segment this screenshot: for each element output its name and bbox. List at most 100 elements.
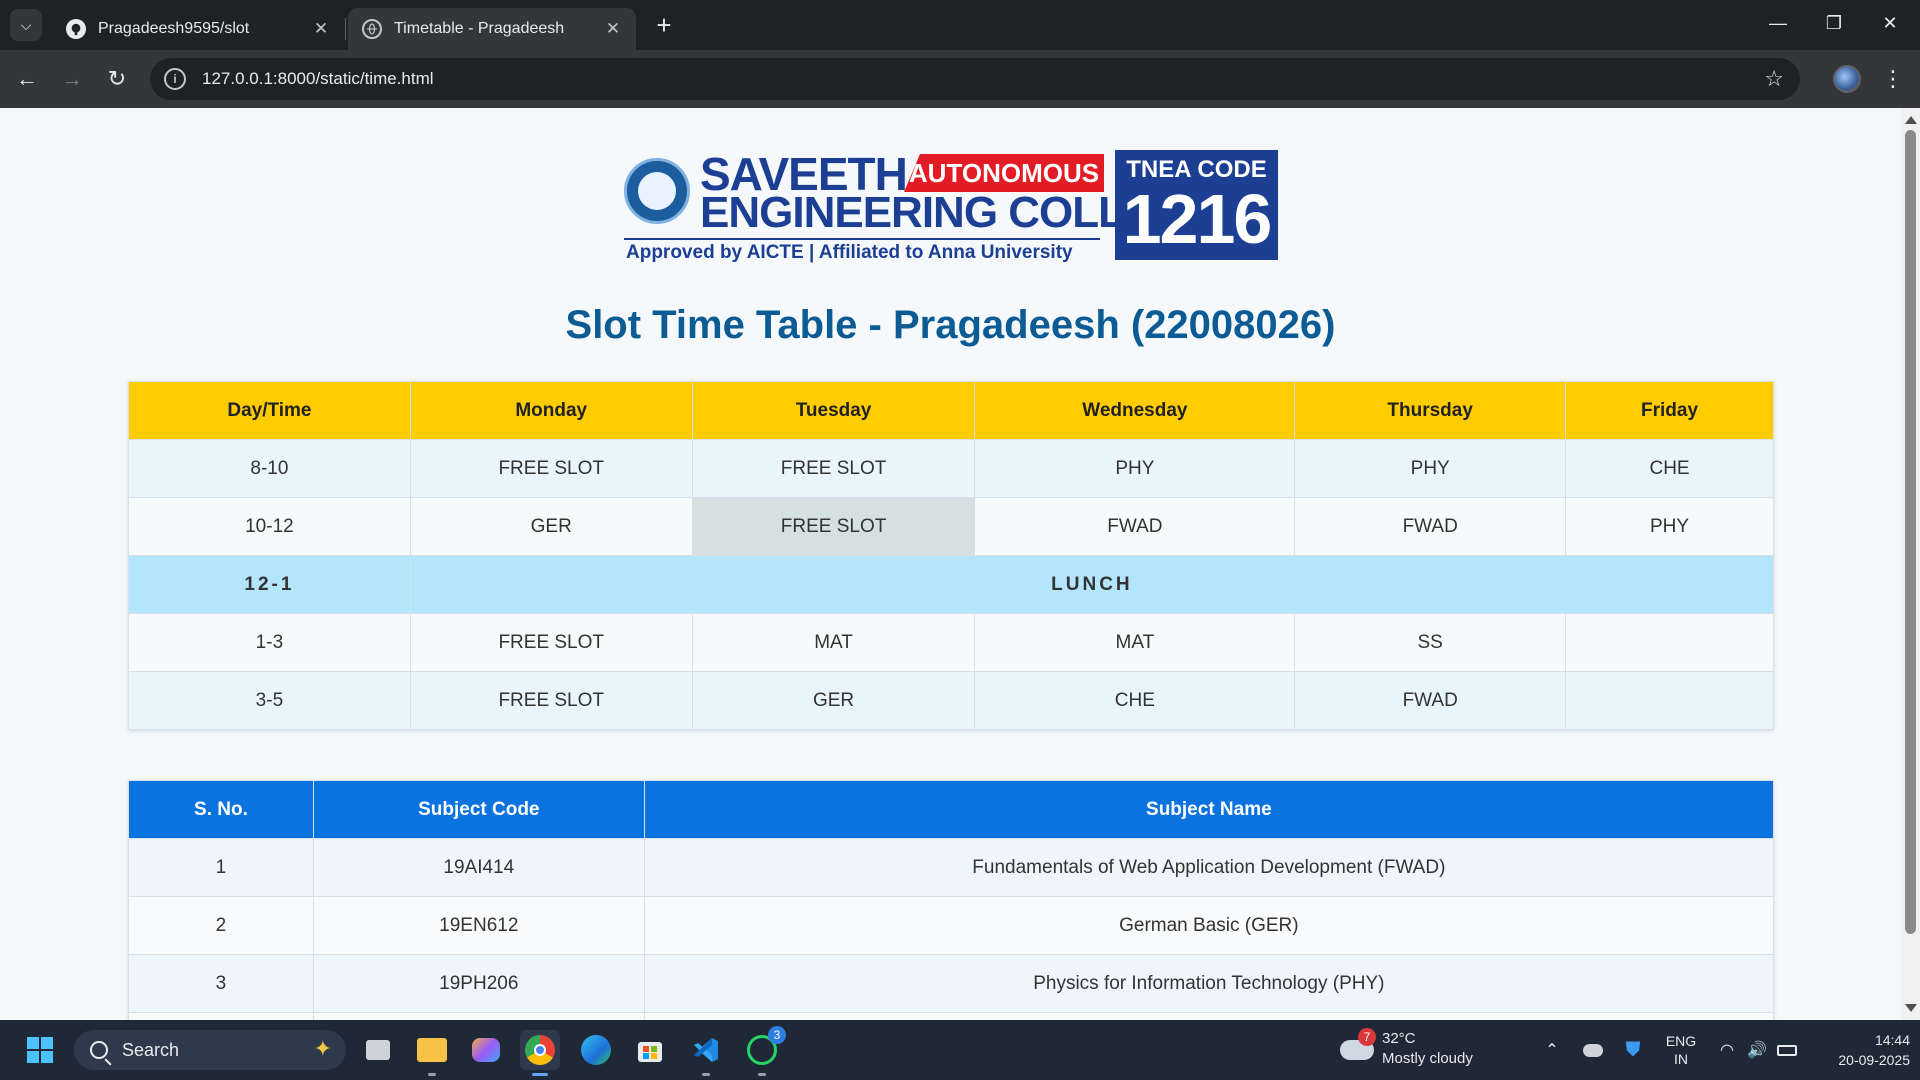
table-row: 8-10 FREE SLOT FREE SLOT PHY PHY CHE bbox=[128, 439, 1774, 498]
close-window-button[interactable]: ✕ bbox=[1862, 0, 1918, 46]
copilot-button[interactable] bbox=[466, 1030, 506, 1070]
tab-timetable[interactable]: Timetable - Pragadeesh ✕ bbox=[348, 8, 636, 50]
scroll-down-icon[interactable] bbox=[1905, 1004, 1917, 1012]
chevron-down-icon: ⌵ bbox=[20, 16, 32, 33]
edge-button[interactable] bbox=[576, 1030, 616, 1070]
code-cell: 19EN612 bbox=[312, 896, 645, 955]
timetable: Day/Time Monday Tuesday Wednesday Thursd… bbox=[128, 381, 1775, 730]
globe-icon bbox=[362, 19, 382, 39]
tab-github[interactable]: Pragadeesh9595/slot ✕ bbox=[52, 8, 344, 50]
wifi-icon: ◠ bbox=[1720, 1042, 1734, 1059]
profile-avatar[interactable] bbox=[1833, 65, 1861, 93]
column-header: Monday bbox=[409, 381, 693, 440]
scroll-up-icon[interactable] bbox=[1905, 116, 1917, 124]
copilot-icon bbox=[472, 1038, 500, 1062]
search-icon bbox=[90, 1041, 108, 1059]
slot-cell: CHE bbox=[1565, 439, 1774, 498]
language-indicator[interactable]: ENG IN bbox=[1660, 1030, 1702, 1070]
security-button[interactable]: ⛊ bbox=[1620, 1030, 1646, 1070]
notification-badge: 3 bbox=[768, 1026, 786, 1044]
chrome-button[interactable] bbox=[520, 1030, 560, 1076]
browser-toolbar: ← → ↻ i 127.0.0.1:8000/static/time.html … bbox=[0, 50, 1920, 108]
vscode-button[interactable] bbox=[686, 1030, 726, 1076]
tab-label: Timetable - Pragadeesh bbox=[394, 20, 565, 37]
minimize-button[interactable]: — bbox=[1750, 0, 1806, 46]
chrome-icon bbox=[525, 1035, 555, 1065]
task-view-button[interactable] bbox=[358, 1030, 398, 1070]
bookmark-star-icon[interactable]: ☆ bbox=[1764, 66, 1784, 92]
timetable-header-row: Day/Time Monday Tuesday Wednesday Thursd… bbox=[128, 381, 1774, 440]
running-indicator bbox=[532, 1073, 548, 1076]
sno-cell: 3 bbox=[128, 954, 314, 1013]
name-cell bbox=[643, 1012, 1775, 1020]
whatsapp-button[interactable]: 3 bbox=[742, 1026, 786, 1076]
slot-cell bbox=[1565, 613, 1774, 672]
taskbar-clock[interactable]: 14:44 20-09-2025 bbox=[1810, 1030, 1910, 1070]
slot-cell: MAT bbox=[974, 613, 1296, 672]
column-header: Day/Time bbox=[128, 381, 411, 440]
volume-button[interactable]: 🔊 bbox=[1744, 1030, 1770, 1070]
weather-widget[interactable]: 7 32°C Mostly cloudy bbox=[1340, 1028, 1500, 1070]
table-row: 3-5 FREE SLOT GER CHE FWAD bbox=[128, 671, 1774, 730]
copilot-sparkle-icon: ✦ bbox=[313, 1036, 332, 1061]
close-icon[interactable]: ✕ bbox=[310, 18, 332, 40]
close-icon[interactable]: ✕ bbox=[602, 18, 624, 40]
slot-cell: MAT bbox=[691, 613, 976, 672]
autonomous-badge: AUTONOMOUS bbox=[904, 154, 1104, 192]
clock-time: 14:44 bbox=[1874, 1032, 1910, 1048]
tab-search-button[interactable]: ⌵ bbox=[10, 9, 42, 41]
reload-button[interactable]: ↻ bbox=[100, 62, 134, 96]
table-row: 1-3 FREE SLOT MAT MAT SS bbox=[128, 613, 1774, 672]
subjects-header-row: S. No. Subject Code Subject Name bbox=[128, 780, 1775, 839]
column-header: Subject Code bbox=[312, 780, 645, 839]
tab-label: Pragadeesh9595/slot bbox=[98, 20, 250, 37]
page-viewport: SAVEETHA AUTONOMOUS ENGINEERING COLLEGE … bbox=[0, 108, 1901, 1020]
battery-button[interactable] bbox=[1774, 1030, 1800, 1070]
restore-button[interactable]: ❐ bbox=[1806, 0, 1862, 46]
tnea-code-box: TNEA CODE 1216 bbox=[1115, 150, 1278, 260]
logo-tagline: Approved by AICTE | Affiliated to Anna U… bbox=[626, 242, 1073, 263]
college-seal-icon bbox=[624, 158, 690, 224]
taskbar-search[interactable]: Search ✦ bbox=[74, 1030, 346, 1070]
search-label: Search bbox=[122, 1039, 180, 1060]
running-indicator bbox=[702, 1073, 710, 1076]
page-scrollbar[interactable] bbox=[1901, 108, 1920, 1020]
show-hidden-icons-button[interactable]: ⌃ bbox=[1540, 1030, 1564, 1070]
name-cell: Fundamentals of Web Application Developm… bbox=[643, 838, 1775, 897]
start-button[interactable] bbox=[20, 1030, 60, 1070]
task-view-icon bbox=[366, 1040, 390, 1060]
table-row: 10-12 GER FREE SLOT FWAD FWAD PHY bbox=[128, 497, 1774, 556]
file-explorer-button[interactable] bbox=[412, 1030, 452, 1076]
slot-cell: GER bbox=[409, 497, 693, 556]
wifi-button[interactable]: ◠ bbox=[1714, 1030, 1740, 1070]
slot-cell: FREE SLOT bbox=[409, 671, 693, 730]
time-cell: 1-3 bbox=[128, 613, 411, 672]
chevron-up-icon: ⌃ bbox=[1545, 1042, 1559, 1059]
store-button[interactable] bbox=[630, 1030, 670, 1070]
arrow-right-icon: → bbox=[61, 66, 83, 91]
cloud-sync-icon bbox=[1583, 1043, 1603, 1057]
scrollbar-thumb[interactable] bbox=[1905, 130, 1916, 934]
site-info-icon[interactable]: i bbox=[164, 68, 186, 90]
slot-cell-hovered: FREE SLOT bbox=[691, 497, 976, 556]
more-menu-icon[interactable]: ⋮ bbox=[1880, 62, 1906, 96]
subjects-table: S. No. Subject Code Subject Name 1 19AI4… bbox=[128, 780, 1775, 1020]
time-cell: 10-12 bbox=[128, 497, 411, 556]
weather-badge: 7 bbox=[1358, 1028, 1376, 1046]
back-button[interactable]: ← bbox=[10, 62, 44, 96]
slot-cell: FREE SLOT bbox=[409, 613, 693, 672]
time-cell: 8-10 bbox=[128, 439, 411, 498]
clock-date: 20-09-2025 bbox=[1838, 1052, 1910, 1068]
code-cell: 19AI414 bbox=[312, 838, 645, 897]
edge-icon bbox=[581, 1035, 611, 1065]
lunch-row: 12-1 LUNCH bbox=[128, 555, 1775, 614]
forward-button[interactable]: → bbox=[55, 62, 89, 96]
address-bar[interactable]: i 127.0.0.1:8000/static/time.html ☆ bbox=[150, 58, 1800, 100]
onedrive-button[interactable] bbox=[1580, 1030, 1606, 1070]
weather-condition: Mostly cloudy bbox=[1382, 1050, 1473, 1067]
slot-cell: FWAD bbox=[974, 497, 1296, 556]
slot-cell: PHY bbox=[974, 439, 1296, 498]
page-title: Slot Time Table - Pragadeesh (22008026) bbox=[565, 303, 1336, 347]
battery-icon bbox=[1777, 1044, 1797, 1056]
new-tab-button[interactable]: + bbox=[650, 12, 678, 40]
